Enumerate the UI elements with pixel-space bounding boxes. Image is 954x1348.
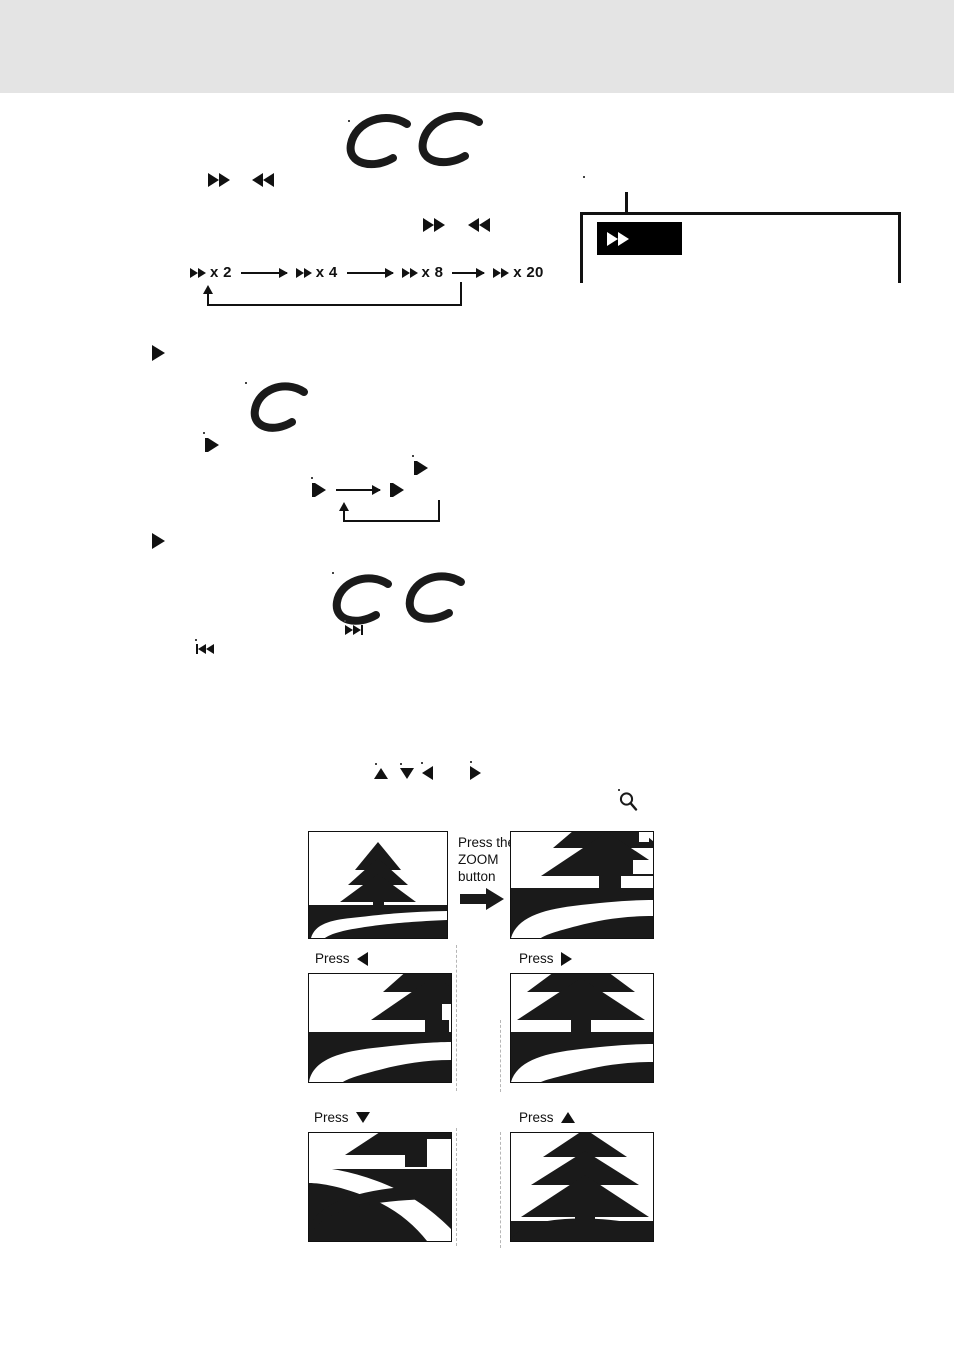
speed-label: x 4 [315,264,338,281]
speed-step: x 4 [295,264,338,281]
rewind-icon [468,218,490,232]
zoom-magnifier-icon [619,792,638,811]
handwritten-c-mark [250,382,308,432]
slow-play-icon [414,461,428,475]
arrow-right-icon [560,951,572,966]
panel-divider [456,1128,457,1246]
speck [332,572,334,574]
zoom-panel-pan-left [308,973,452,1083]
caption-text: Press [314,1110,349,1125]
speck [375,763,377,765]
speed-label: x 8 [421,264,444,281]
panel-divider [500,1132,501,1248]
osd-fast-forward-badge [597,222,682,255]
slow-play-icon [390,483,404,497]
skip-forward-icon [345,625,363,635]
speck [203,432,205,434]
page-header-band [0,0,954,93]
arrow-left-icon [356,951,368,966]
speck [583,176,585,178]
panel-divider [456,945,457,1091]
caption-text: Press [519,951,554,966]
slow-ladder-loopback [336,500,446,528]
handwritten-c-mark [332,574,392,625]
fast-forward-icon [607,231,629,246]
arrow-left-icon [422,766,433,780]
speed-step: x 8 [401,264,444,281]
fast-forward-icon [401,267,418,278]
handwritten-c-mark [405,572,465,623]
caption-text: Press [519,1110,554,1125]
ladder-arrow-icon [346,267,394,278]
fast-forward-icon [190,267,206,278]
speed-ladder-loopback [200,282,462,310]
zoom-panel-zoomed [510,831,654,939]
zoom-panel-original [308,831,448,939]
caption-press-up: Press [519,1110,575,1125]
section-bullet [152,533,165,549]
speed-step: x 2 [190,264,232,281]
arrow-down-icon [355,1112,370,1123]
handwritten-c-mark [418,112,483,167]
speck [348,120,350,122]
fast-forward-icon [423,218,445,232]
speck [195,639,197,641]
arrow-up-icon [560,1112,575,1123]
speck [245,382,247,384]
speed-label: x 20 [513,264,544,281]
caption-press-down: Press [314,1110,370,1125]
fast-forward-icon [208,173,230,187]
fast-forward-icon [493,267,510,278]
speck [618,789,620,791]
caption-press-left: Press [315,951,368,966]
slow-play-icon [205,438,219,452]
zoom-panel-pan-right [510,973,654,1083]
slow-motion-ladder [312,483,404,497]
arrow-up-icon [374,768,388,779]
speck [344,620,346,622]
speed-label: x 2 [210,264,232,281]
speck [400,763,402,765]
fast-forward-icon [295,267,312,278]
document-page: x 2 x 4 x 8 x 20 Press the ZOOM button P… [0,0,954,1348]
section-bullet [152,345,165,361]
arrow-right-icon [460,888,504,910]
speck [311,477,313,479]
ladder-arrow-icon [336,485,381,495]
caption-text: Press [315,951,350,966]
speck [470,761,472,763]
speck [421,762,423,764]
arrow-down-icon [400,768,414,779]
caption-press-right: Press [519,951,572,966]
ladder-arrow-icon [240,267,288,278]
fast-forward-speed-ladder: x 2 x 4 x 8 x 20 [190,264,544,281]
handwritten-c-mark [346,114,411,169]
speck [412,455,414,457]
panel-divider [500,1020,501,1092]
slow-play-icon [312,483,326,497]
zoom-panel-pan-down [308,1132,452,1242]
speed-step: x 20 [493,264,543,281]
ladder-arrow-icon [452,267,486,278]
arrow-right-icon [470,766,481,780]
zoom-panel-pan-up [510,1132,654,1242]
rewind-icon [252,173,274,187]
skip-back-icon [196,644,214,654]
